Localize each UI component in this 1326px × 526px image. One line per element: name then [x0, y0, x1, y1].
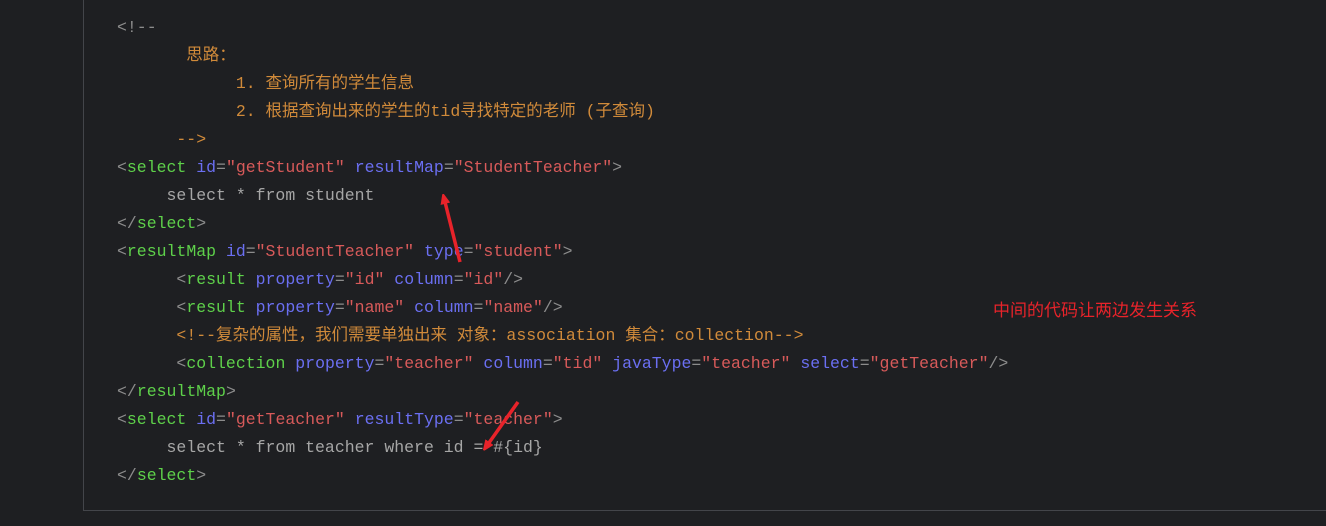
arrow-up-icon	[444, 198, 462, 263]
arrow-down-icon	[486, 400, 520, 447]
annotation-arrows	[0, 0, 520, 526]
